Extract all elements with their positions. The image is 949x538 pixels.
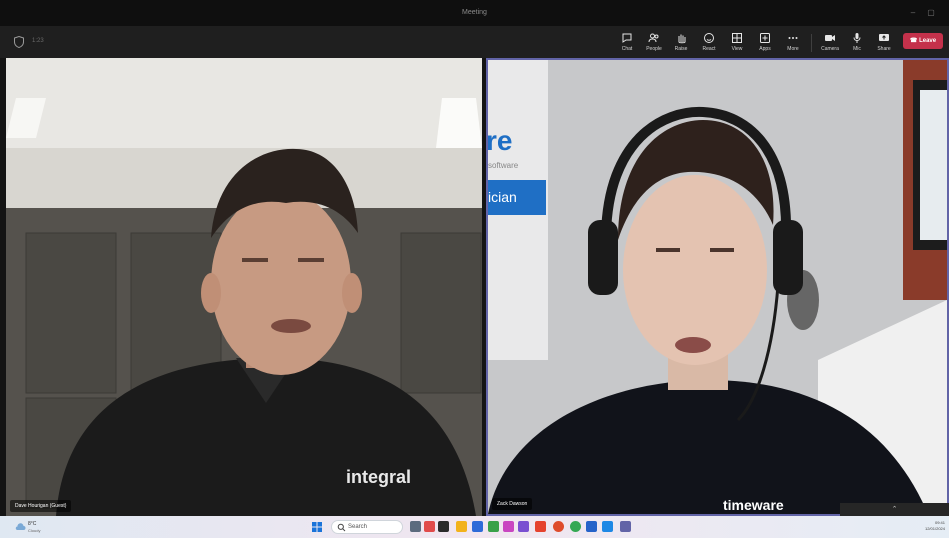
more-label: More	[787, 46, 799, 52]
more-button[interactable]: More	[780, 29, 806, 55]
view-button[interactable]: View	[724, 29, 750, 55]
participant-name: Dave Hourigan (Guest)	[10, 500, 72, 512]
title-bar: Meeting – ▢	[0, 0, 949, 26]
chrome-icon[interactable]	[570, 521, 581, 532]
brave-browser-icon[interactable]	[553, 521, 564, 532]
share-button[interactable]: Share	[871, 29, 897, 55]
banner-logo-text: re	[488, 125, 512, 156]
app-icon[interactable]	[488, 521, 499, 532]
view-label: View	[731, 46, 743, 52]
app-icon[interactable]	[503, 521, 514, 532]
people-label: People	[646, 46, 662, 52]
shirt-logo-integral: integral	[346, 467, 411, 487]
app-icon[interactable]	[438, 521, 449, 532]
weather-widget[interactable]: 8°C Cloudy	[14, 520, 64, 534]
shield-icon	[14, 36, 24, 48]
toolbar-divider	[811, 34, 812, 52]
app-icon[interactable]	[472, 521, 483, 532]
video-stage: integral Dave Hourigan (Guest) re softwa…	[0, 58, 949, 516]
window-title: Meeting	[462, 9, 487, 16]
apps-label: Apps	[759, 46, 771, 52]
participant-tile[interactable]: integral Dave Hourigan (Guest)	[6, 58, 482, 516]
share-label: Share	[877, 46, 891, 52]
participant-video: re software ician timeware	[488, 60, 947, 514]
participant-name: Zack Dawson	[492, 498, 533, 510]
app-icon[interactable]	[424, 521, 435, 532]
react-icon	[696, 31, 722, 45]
meeting-toolbar: 1:23 Chat People Raise React View Apps M…	[0, 26, 949, 58]
more-icon	[780, 31, 806, 45]
participant-video: integral	[6, 58, 482, 516]
app-icon[interactable]	[602, 521, 613, 532]
task-view-icon[interactable]	[410, 521, 421, 532]
chevron-up-icon: ⌃	[891, 506, 898, 513]
meeting-timer: 1:23	[32, 38, 44, 44]
react-label: React	[702, 46, 716, 52]
clock-date: 12/01/2024	[924, 526, 945, 531]
taskbar: 8°C Cloudy Search 09:41 12/01/2024	[0, 516, 949, 538]
people-button[interactable]: People	[641, 29, 667, 55]
camera-icon	[817, 31, 843, 45]
weather-temp: 8°C	[28, 521, 37, 527]
share-icon	[871, 31, 897, 45]
file-explorer-icon[interactable]	[456, 521, 467, 532]
search-icon	[337, 523, 346, 532]
phone-hangup-icon: ☎	[909, 38, 918, 44]
mic-icon	[844, 31, 870, 45]
app-icon[interactable]	[586, 521, 597, 532]
mic-button[interactable]: Mic	[844, 29, 870, 55]
banner-subtext: software	[488, 161, 519, 170]
leave-label: Leave	[919, 38, 937, 44]
app-icon[interactable]	[535, 521, 546, 532]
minimize-icon[interactable]: –	[908, 8, 918, 18]
people-icon	[641, 31, 667, 45]
leave-button[interactable]: ☎ Leave	[903, 33, 943, 49]
raise-hand-icon	[668, 31, 694, 45]
raise-label: Raise	[674, 46, 688, 52]
mic-label: Mic	[853, 46, 861, 52]
teams-icon[interactable]	[620, 521, 631, 532]
apps-icon	[752, 31, 778, 45]
camera-button[interactable]: Camera	[817, 29, 843, 55]
chat-label: Chat	[621, 46, 633, 52]
teams-icon[interactable]	[518, 521, 529, 532]
view-icon	[724, 31, 750, 45]
system-clock[interactable]: 09:41 12/01/2024	[925, 520, 945, 532]
react-button[interactable]: React	[696, 29, 722, 55]
maximize-icon[interactable]: ▢	[926, 8, 936, 18]
raise-hand-button[interactable]: Raise	[668, 29, 694, 55]
banner-blue-text: ician	[488, 189, 517, 205]
weather-desc: Cloudy	[28, 528, 41, 533]
windows-start-icon[interactable]	[312, 522, 322, 532]
chat-icon	[614, 31, 640, 45]
taskbar-search[interactable]: Search	[331, 520, 403, 534]
participant-tile-active[interactable]: re software ician timeware Zack Dawson	[486, 58, 949, 516]
apps-button[interactable]: Apps	[752, 29, 778, 55]
shirt-logo-timeware: timeware	[723, 497, 784, 513]
camera-label: Camera	[821, 46, 839, 52]
collapse-gallery-button[interactable]: ⌃	[840, 503, 949, 516]
cloud-icon	[15, 523, 26, 530]
search-placeholder: Search	[348, 524, 368, 530]
chat-button[interactable]: Chat	[614, 29, 640, 55]
